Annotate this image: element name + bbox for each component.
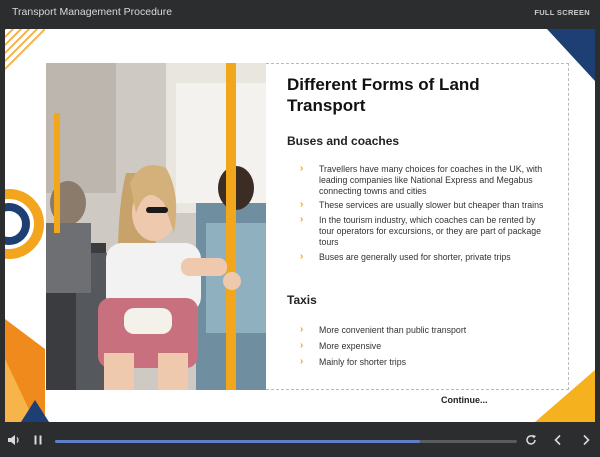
list-item: › Travellers have many choices for coache… <box>300 163 543 196</box>
bus-passenger-photo <box>46 63 266 390</box>
slide-heading: Different Forms of Land Transport <box>287 75 480 115</box>
bullet-list: › Travellers have many choices for coache… <box>300 163 550 266</box>
chevron-right-bullet-icon: › <box>300 324 304 335</box>
list-item: › Buses are generally used for shorter, p… <box>300 250 511 262</box>
list-item: › Mainly for shorter trips <box>300 355 407 367</box>
replay-icon[interactable] <box>523 433 539 449</box>
chevron-right-icon[interactable] <box>578 433 594 449</box>
player-topbar: Transport Management Procedure FULL SCRE… <box>0 0 600 26</box>
chevron-right-bullet-icon: › <box>300 199 304 211</box>
fullscreen-button[interactable]: FULL SCREEN <box>534 8 590 17</box>
bullet-list: › More convenient than public transport ›… <box>300 324 550 372</box>
chevron-left-icon[interactable] <box>550 433 566 449</box>
chevron-right-bullet-icon: › <box>300 339 304 351</box>
pause-icon[interactable] <box>30 433 46 449</box>
course-player: Transport Management Procedure FULL SCRE… <box>0 0 600 457</box>
player-controls <box>0 427 600 457</box>
volume-icon[interactable] <box>6 433 22 449</box>
list-item: › These services are usually slower but c… <box>300 199 544 211</box>
chevron-right-bullet-icon: › <box>300 250 304 262</box>
list-item: › In the tourism industry, which coaches … <box>300 214 541 247</box>
course-title: Transport Management Procedure <box>12 6 173 18</box>
continue-link[interactable]: Continue... <box>441 395 488 405</box>
chevron-right-bullet-icon: › <box>300 163 304 174</box>
chevron-right-bullet-icon: › <box>300 355 304 367</box>
slide: Different Forms of Land Transport Buses … <box>5 29 595 422</box>
stripe-decoration <box>5 29 45 71</box>
chevron-right-bullet-icon: › <box>300 214 304 226</box>
content-panel: Different Forms of Land Transport Buses … <box>266 63 569 390</box>
list-item: › More convenient than public transport <box>300 324 467 335</box>
progress-bar[interactable] <box>55 440 517 443</box>
navy-corner-decoration <box>21 400 49 422</box>
section-title: Taxis <box>287 293 317 307</box>
list-item: › More expensive <box>300 339 382 351</box>
section-title: Buses and coaches <box>287 134 400 148</box>
ring-decoration <box>5 189 44 259</box>
progress-fill <box>55 440 420 443</box>
